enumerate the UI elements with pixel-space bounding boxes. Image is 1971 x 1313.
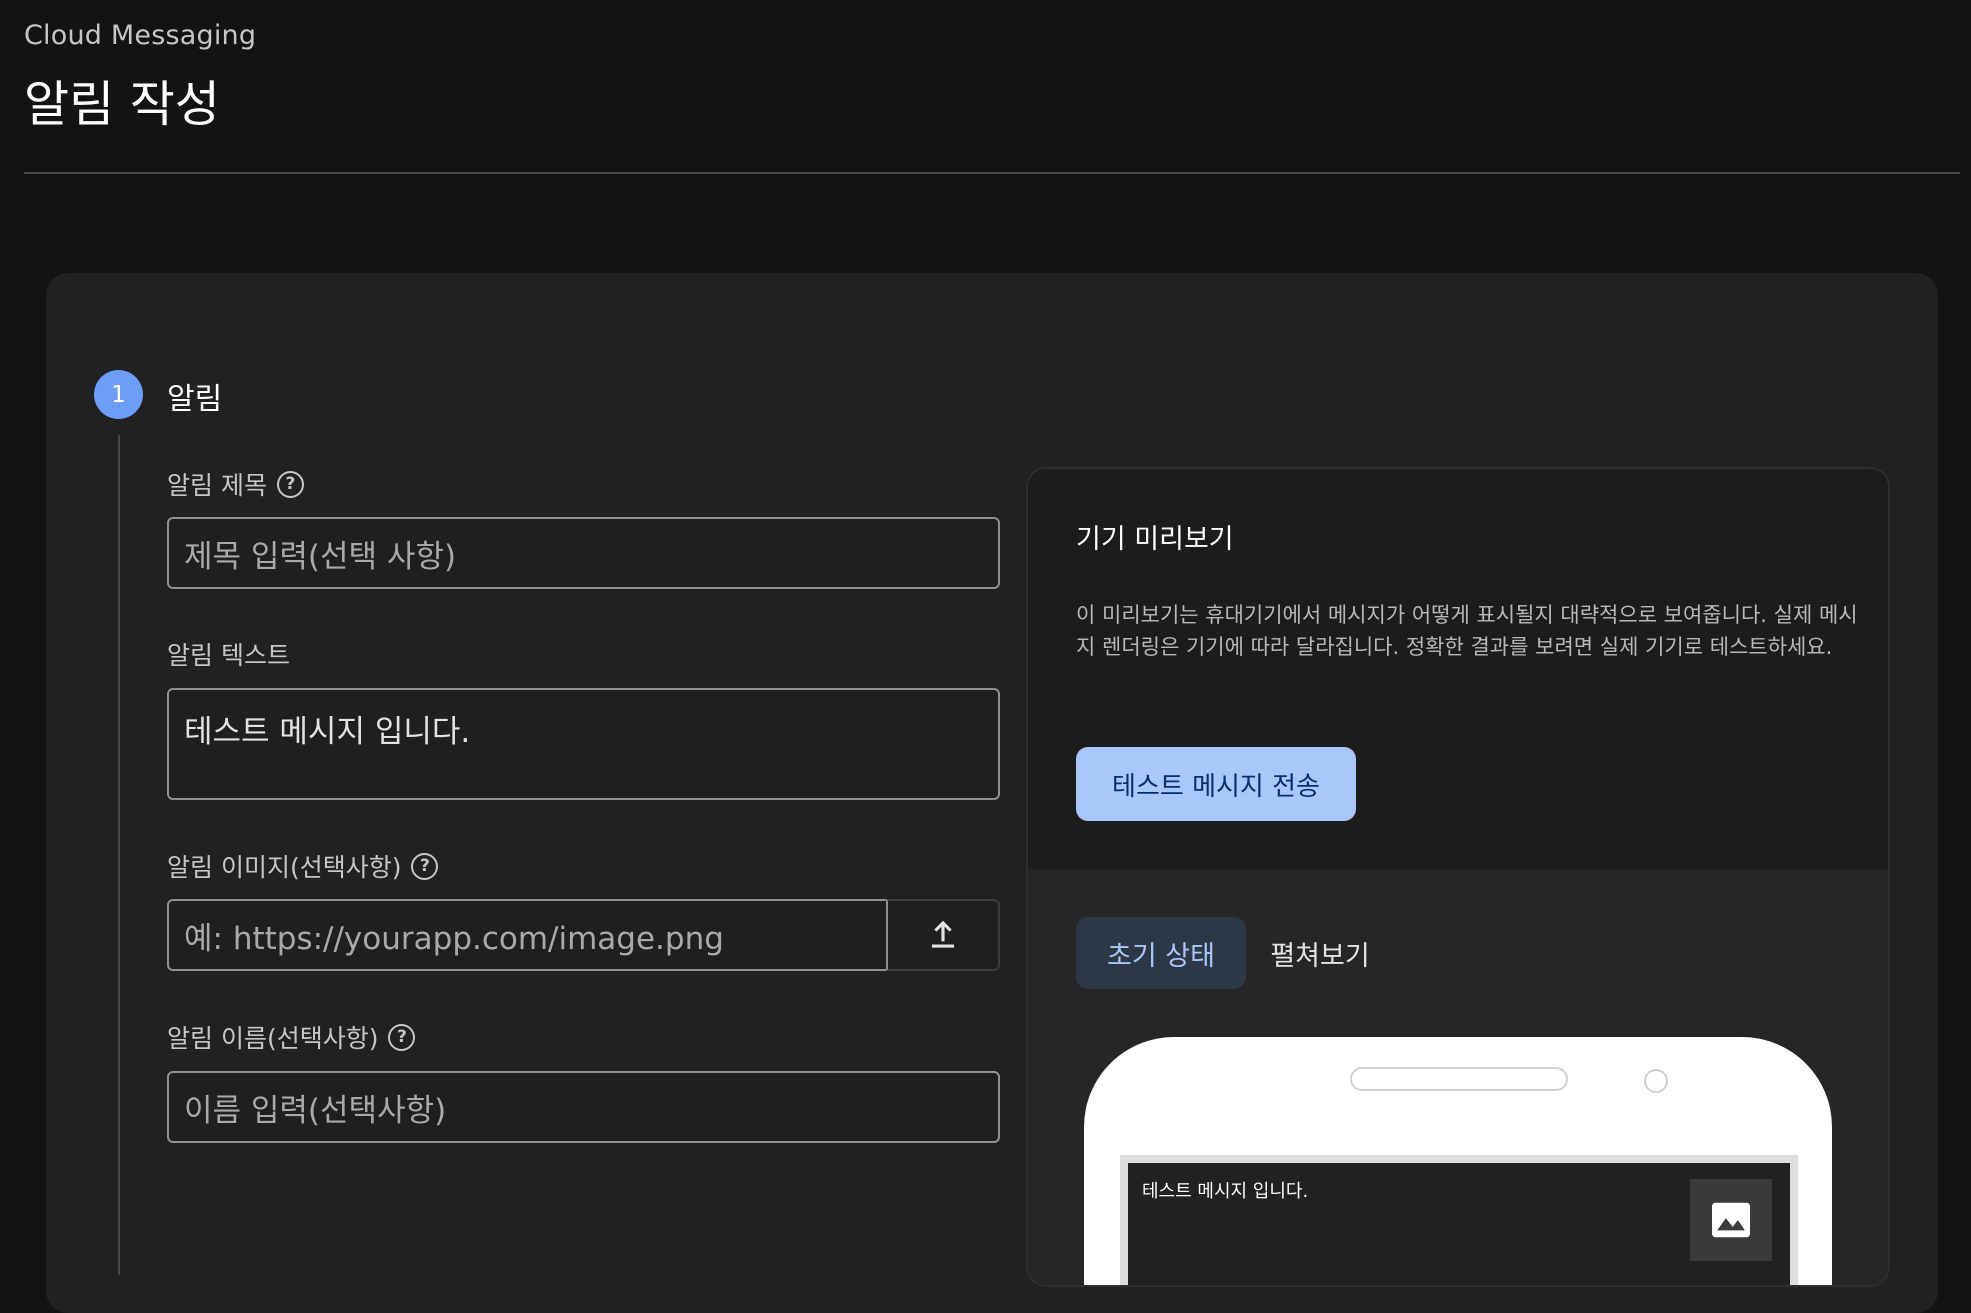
help-icon[interactable]: ? — [276, 470, 304, 498]
header-divider — [24, 172, 1960, 174]
preview-title: 기기 미리보기 — [1076, 524, 1234, 555]
phone-screen: 테스트 메시지 입니다. — [1120, 1155, 1798, 1285]
step-connector-line — [118, 435, 120, 1275]
send-test-message-button[interactable]: 테스트 메시지 전송 — [1076, 747, 1356, 821]
device-preview-panel: 기기 미리보기 이 미리보기는 휴대기기에서 메시지가 어떻게 표시될지 대략적… — [1026, 467, 1890, 1287]
help-icon[interactable]: ? — [388, 1023, 416, 1051]
tab-expanded-view[interactable]: 펼쳐보기 — [1250, 917, 1390, 989]
notification-name-label-text: 알림 이름(선택사항) — [167, 1024, 379, 1053]
upload-icon — [931, 920, 955, 948]
phone-camera — [1644, 1069, 1668, 1093]
notification-title-label-text: 알림 제목 — [167, 471, 267, 500]
page-header: Cloud Messaging 알림 작성 — [24, 20, 256, 136]
notification-text-label-text: 알림 텍스트 — [167, 641, 290, 670]
phone-mockup: 테스트 메시지 입니다. — [1084, 1037, 1832, 1285]
image-placeholder-icon — [1690, 1179, 1772, 1261]
page-title: 알림 작성 — [24, 76, 220, 133]
notification-preview: 테스트 메시지 입니다. — [1128, 1163, 1790, 1285]
help-icon[interactable]: ? — [411, 852, 439, 880]
notification-name-input[interactable]: 이름 입력(선택사항) — [167, 1071, 1000, 1143]
notification-image-label-text: 알림 이미지(선택사항) — [167, 853, 402, 882]
step-title[interactable]: 알림 — [167, 374, 222, 418]
image-icon — [1712, 1202, 1750, 1238]
notification-title-label: 알림 제목 ? — [167, 466, 304, 502]
step-number-badge: 1 — [94, 370, 143, 419]
breadcrumb[interactable]: Cloud Messaging — [24, 20, 256, 51]
preview-description: 이 미리보기는 휴대기기에서 메시지가 어떻게 표시될지 대략적으로 보여줍니다… — [1076, 603, 1858, 659]
upload-button[interactable] — [886, 899, 1000, 971]
notification-image-input[interactable]: 예: https://yourapp.com/image.png — [167, 899, 889, 971]
phone-speaker — [1350, 1067, 1568, 1091]
notification-name-label: 알림 이름(선택사항) ? — [167, 1019, 416, 1055]
notification-text-label: 알림 텍스트 — [167, 636, 290, 672]
tab-initial-state[interactable]: 초기 상태 — [1076, 917, 1246, 989]
notification-image-label: 알림 이미지(선택사항) ? — [167, 848, 439, 884]
notification-preview-text: 테스트 메시지 입니다. — [1142, 1181, 1309, 1202]
notification-title-input[interactable]: 제목 입력(선택 사항) — [167, 517, 1000, 589]
notification-text-input[interactable]: 테스트 메시지 입니다. — [167, 688, 1000, 800]
